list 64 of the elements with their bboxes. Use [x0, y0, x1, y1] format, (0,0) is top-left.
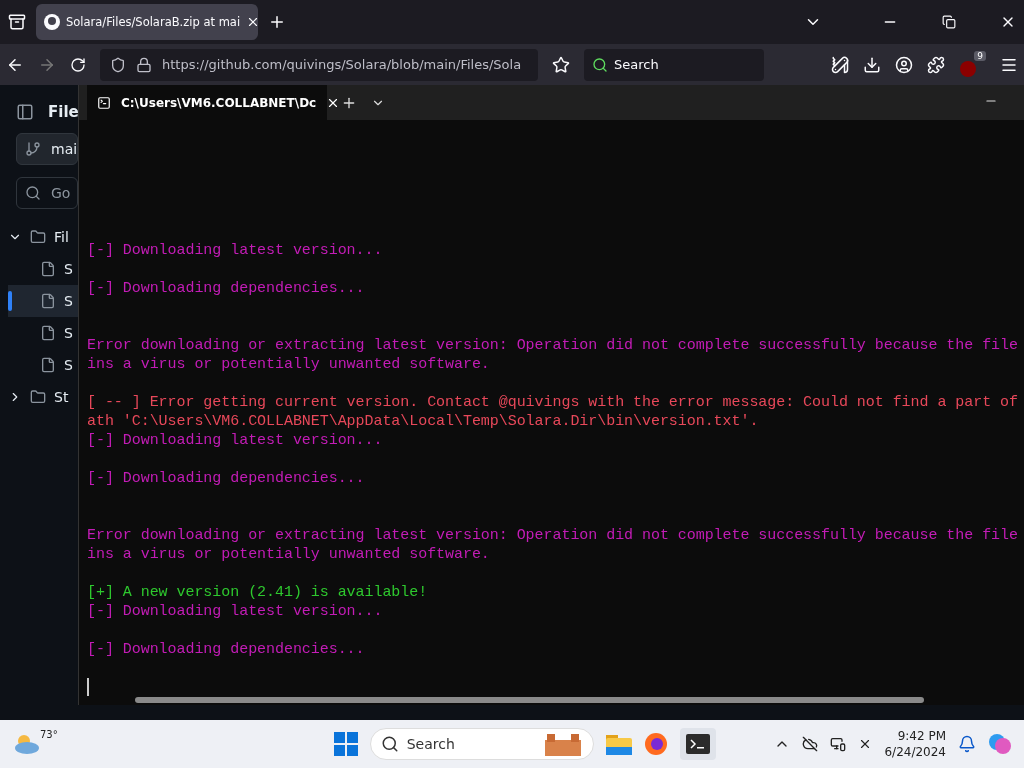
branch-icon — [25, 141, 41, 157]
sidebar-toggle-icon[interactable] — [16, 103, 34, 121]
shield-icon — [110, 56, 126, 73]
reload-icon[interactable] — [70, 56, 86, 73]
file-icon — [40, 293, 56, 309]
selection-indicator — [8, 291, 12, 311]
file-tree-item[interactable]: S — [8, 253, 78, 285]
search-icon — [25, 185, 41, 201]
windows-logo-icon[interactable] — [333, 732, 358, 756]
folder-tree-item[interactable]: St — [8, 381, 78, 413]
terminal-line: [-] Downloading dependencies... — [87, 279, 366, 298]
castle-icon — [542, 732, 583, 756]
sidebar-title: File — [48, 103, 78, 121]
terminal-line: [-] Downloading dependencies... — [87, 640, 366, 659]
browser-tab[interactable]: Solara/Files/SolaraB.zip at mai — [36, 4, 258, 40]
terminal-line: Error downloading or extracting latest version: Operation did not complete successfully because the file — [87, 336, 1019, 355]
terminal-icon — [97, 95, 111, 110]
lock-icon — [136, 56, 152, 73]
github-icon — [44, 14, 60, 30]
extension-badge: 9 — [974, 51, 986, 61]
terminal-line: [+] A new version (2.41) is available! — [87, 583, 429, 602]
restore-icon[interactable] — [942, 15, 956, 29]
url-field[interactable]: https://github.com/quivings/Solara/blob/main/Files/Sola — [100, 48, 538, 81]
terminal-line: ins a virus or potentially unwanted software. — [87, 355, 491, 374]
clock[interactable]: 9:42 PM 6/24/2024 — [884, 728, 946, 760]
cloud-off-icon[interactable] — [802, 736, 819, 752]
terminal-line: [-] Downloading dependencies... — [87, 469, 366, 488]
file-search-field[interactable]: Go — [16, 177, 78, 209]
folder-icon[interactable] — [605, 733, 632, 755]
terminal-icon[interactable] — [679, 728, 716, 760]
star-icon[interactable] — [552, 55, 570, 74]
puzzle-icon[interactable] — [927, 55, 945, 74]
search-field[interactable]: Search — [584, 48, 764, 81]
folder-tree-item[interactable]: Fil — [8, 221, 78, 253]
file-icon — [40, 357, 56, 373]
folder-icon — [30, 389, 46, 405]
terminal-line: [-] Downloading latest version... — [87, 241, 384, 260]
terminal-line: Error downloading or extracting latest version: Operation did not complete successfully because the file — [87, 526, 1019, 545]
account-icon[interactable] — [895, 55, 913, 74]
download-icon[interactable] — [863, 55, 881, 74]
terminal-line: [ -- ] Error getting current version. Contact @quivings with the error message: Could not find a part of — [87, 393, 1019, 412]
search-icon — [592, 56, 608, 73]
file-icon — [40, 261, 56, 277]
terminal-line: ins a virus or potentially unwanted software. — [87, 545, 491, 564]
taskbar-search-field[interactable]: Search — [369, 728, 594, 760]
terminal-line: [-] Downloading latest version... — [87, 602, 384, 621]
firefox-icon[interactable] — [643, 732, 668, 756]
branch-button[interactable]: mai — [16, 133, 78, 165]
folder-icon — [30, 229, 46, 245]
monitor-icon[interactable] — [830, 736, 847, 752]
scrollbar[interactable] — [135, 697, 924, 703]
terminal-line: ath 'C:\Users\VM6.COLLABNET\AppData\Local\Temp\Solara.Dir\bin\version.txt'. — [87, 412, 760, 431]
file-tree-item[interactable]: S — [8, 285, 78, 317]
text-cursor — [87, 678, 89, 696]
terminal-line: [-] Downloading latest version... — [87, 431, 384, 450]
copilot-icon[interactable] — [988, 732, 1012, 756]
bell-icon[interactable] — [958, 735, 976, 753]
tab-list-icon[interactable] — [8, 13, 26, 31]
file-tree-item[interactable]: S — [8, 349, 78, 381]
file-icon — [40, 325, 56, 341]
temperature: 73° — [40, 728, 58, 740]
file-tree-item[interactable]: S — [8, 317, 78, 349]
search-icon — [380, 735, 399, 753]
new-tab-icon[interactable] — [268, 13, 286, 31]
